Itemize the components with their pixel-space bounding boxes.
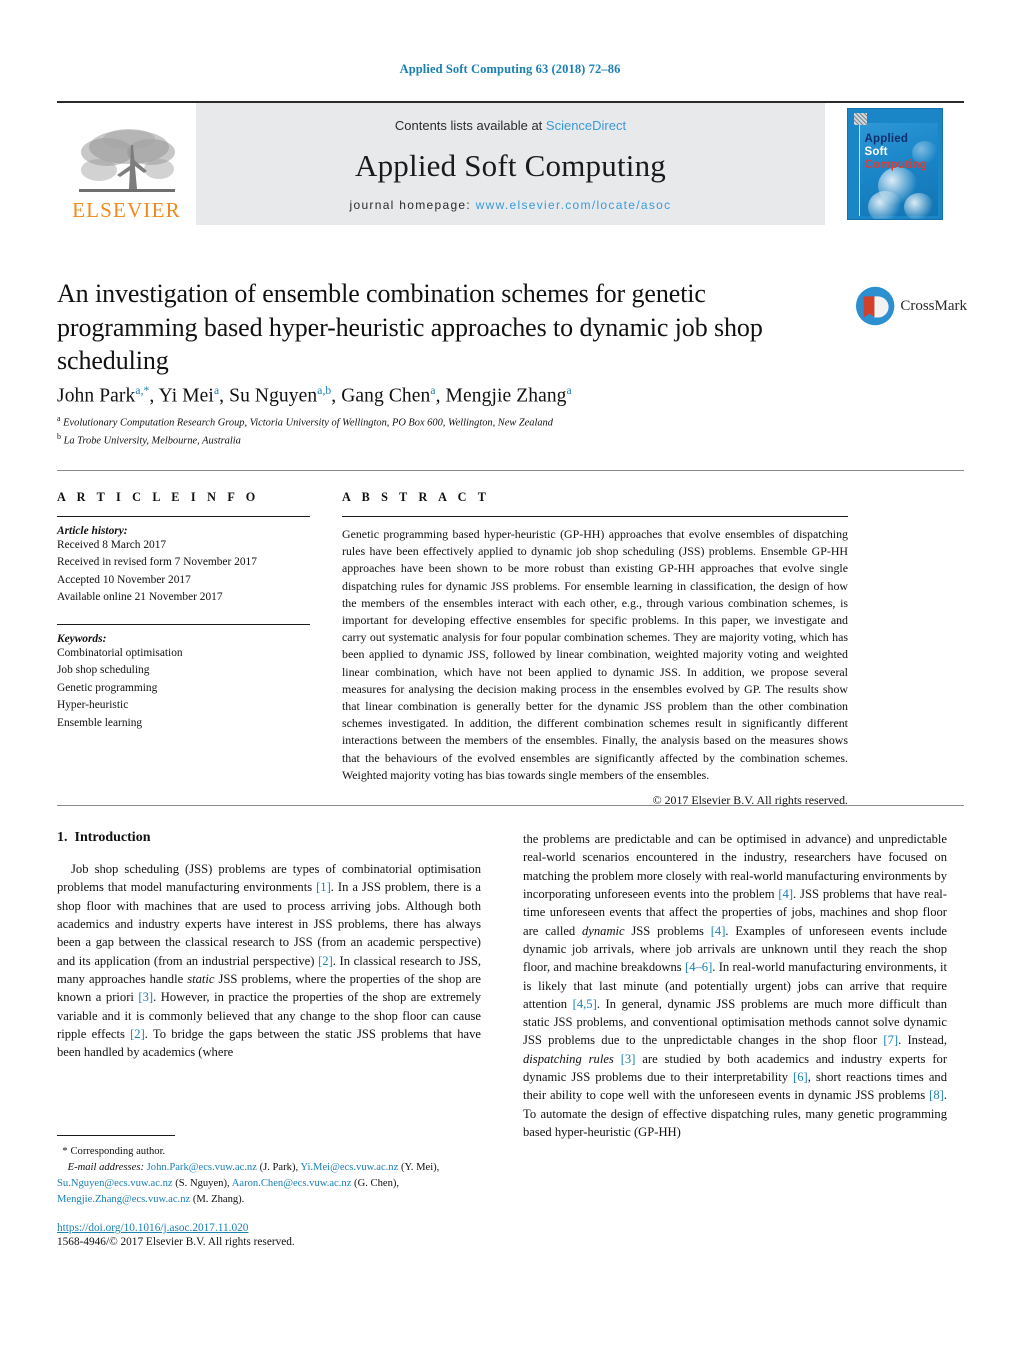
email-addresses-note: E-mail addresses: John.Park@ecs.vuw.ac.n… (57, 1160, 481, 1208)
paper-page: Applied Soft Computing 63 (2018) 72–86 E… (0, 0, 1020, 1351)
homepage-url-link[interactable]: www.elsevier.com/locate/asoc (476, 198, 672, 212)
article-history-label: Article history: (57, 525, 128, 537)
abstract-heading: A B S T R A C T (342, 490, 491, 504)
cover-line-3: Computing (864, 159, 927, 171)
cover-line-2: Soft (864, 146, 888, 158)
article-info-rule (57, 516, 310, 517)
abstract-rule (342, 516, 848, 517)
body-column-right: the problems are predictable and can be … (523, 830, 947, 1141)
elsevier-wordmark: ELSEVIER (72, 198, 181, 222)
running-head: Applied Soft Computing 63 (2018) 72–86 (399, 62, 621, 76)
corresponding-author-marker: * (62, 1145, 68, 1157)
email-label: E-mail addresses: (67, 1161, 144, 1173)
journal-masthead: ELSEVIER Contents lists available at Sci… (57, 101, 964, 225)
history-item: Accepted 10 November 2017 (57, 573, 191, 586)
author-list: John Parka,*, Yi Meia, Su Nguyena,b, Gan… (57, 385, 572, 407)
section-number: 1. (57, 830, 68, 845)
corresponding-author-note: * Corresponding author. (57, 1143, 481, 1160)
affiliation-text: Evolutionary Computation Research Group,… (63, 417, 553, 429)
article-history-list: Received 8 March 2017 Received in revise… (57, 537, 310, 607)
keyword-item: Ensemble learning (57, 716, 143, 729)
affiliation-item: a Evolutionary Computation Research Grou… (57, 413, 857, 431)
keyword-item: Genetic programming (57, 681, 158, 694)
affiliation-marker: b (57, 432, 61, 442)
divider-above-article-info (57, 470, 964, 471)
keywords-rule (57, 623, 310, 625)
sciencedirect-link[interactable]: ScienceDirect (546, 118, 626, 133)
abstract-text: Genetic programming based hyper-heuristi… (342, 527, 848, 782)
elsevier-tree-icon (78, 129, 175, 192)
journal-homepage-line: journal homepage: www.elsevier.com/locat… (350, 198, 672, 212)
cover-blob-icon (903, 193, 934, 219)
journal-cover-image: Applied Soft Computing (846, 108, 943, 220)
intro-paragraph-right: the problems are predictable and can be … (523, 832, 948, 1139)
crossmark-badge[interactable]: CrossMark (855, 281, 967, 331)
affiliation-list: a Evolutionary Computation Research Grou… (57, 413, 857, 449)
doi-block: https://doi.org/10.1016/j.asoc.2017.11.0… (57, 1222, 481, 1248)
elsevier-logo: ELSEVIER (57, 103, 196, 225)
affiliation-item: b La Trobe University, Melbourne, Austra… (57, 431, 857, 449)
cover-thumbnail-icon (853, 113, 867, 125)
keyword-item: Combinatorial optimisation (57, 646, 183, 659)
homepage-prefix: journal homepage: (349, 197, 476, 212)
keywords-label: Keywords: (57, 632, 107, 645)
footnote-rule (57, 1135, 175, 1136)
article-info-section: A R T I C L E I N F O Article history: R… (57, 490, 310, 732)
crossmark-label: CrossMark (900, 297, 967, 314)
history-item: Available online 21 November 2017 (57, 591, 223, 604)
keyword-item: Job shop scheduling (57, 664, 150, 677)
body-column-left: 1. Introduction Job shop scheduling (JSS… (57, 830, 481, 1141)
corresponding-author-text: Corresponding author. (70, 1146, 166, 1157)
keyword-item: Hyper-heuristic (57, 699, 129, 712)
section-title-text: Introduction (74, 830, 151, 845)
cover-blob-icon (867, 191, 902, 219)
contents-available-line: Contents lists available at ScienceDirec… (395, 118, 626, 133)
issn-copyright-line: 1568-4946/© 2017 Elsevier B.V. All right… (57, 1236, 295, 1248)
page-title: An investigation of ensemble combination… (57, 279, 763, 376)
masthead-center-band: Contents lists available at ScienceDirec… (196, 103, 825, 225)
footnote-section: * Corresponding author. E-mail addresses… (57, 1135, 481, 1208)
title-block: An investigation of ensemble combination… (57, 277, 847, 378)
cover-line-1: Applied (864, 133, 909, 145)
history-item: Received in revised form 7 November 2017 (57, 556, 257, 569)
affiliation-text: La Trobe University, Melbourne, Australi… (63, 435, 241, 447)
article-info-heading: A R T I C L E I N F O (57, 490, 260, 504)
body-columns: 1. Introduction Job shop scheduling (JSS… (57, 830, 947, 1141)
intro-paragraph-left: Job shop scheduling (JSS) problems are t… (57, 862, 482, 1060)
abstract-copyright: © 2017 Elsevier B.V. All rights reserved… (652, 793, 848, 808)
doi-link[interactable]: https://doi.org/10.1016/j.asoc.2017.11.0… (57, 1222, 481, 1234)
journal-title: Applied Soft Computing (355, 147, 666, 183)
journal-cover-cell: Applied Soft Computing (825, 103, 964, 225)
section-heading-introduction: 1. Introduction (57, 830, 481, 846)
keywords-list: Combinatorial optimisation Job shop sche… (57, 645, 310, 732)
history-item: Received 8 March 2017 (57, 539, 167, 551)
contents-prefix: Contents lists available at (394, 117, 546, 133)
crossmark-icon (855, 286, 895, 326)
affiliation-marker: a (57, 414, 61, 423)
abstract-section: A B S T R A C T Genetic programming base… (342, 490, 848, 808)
